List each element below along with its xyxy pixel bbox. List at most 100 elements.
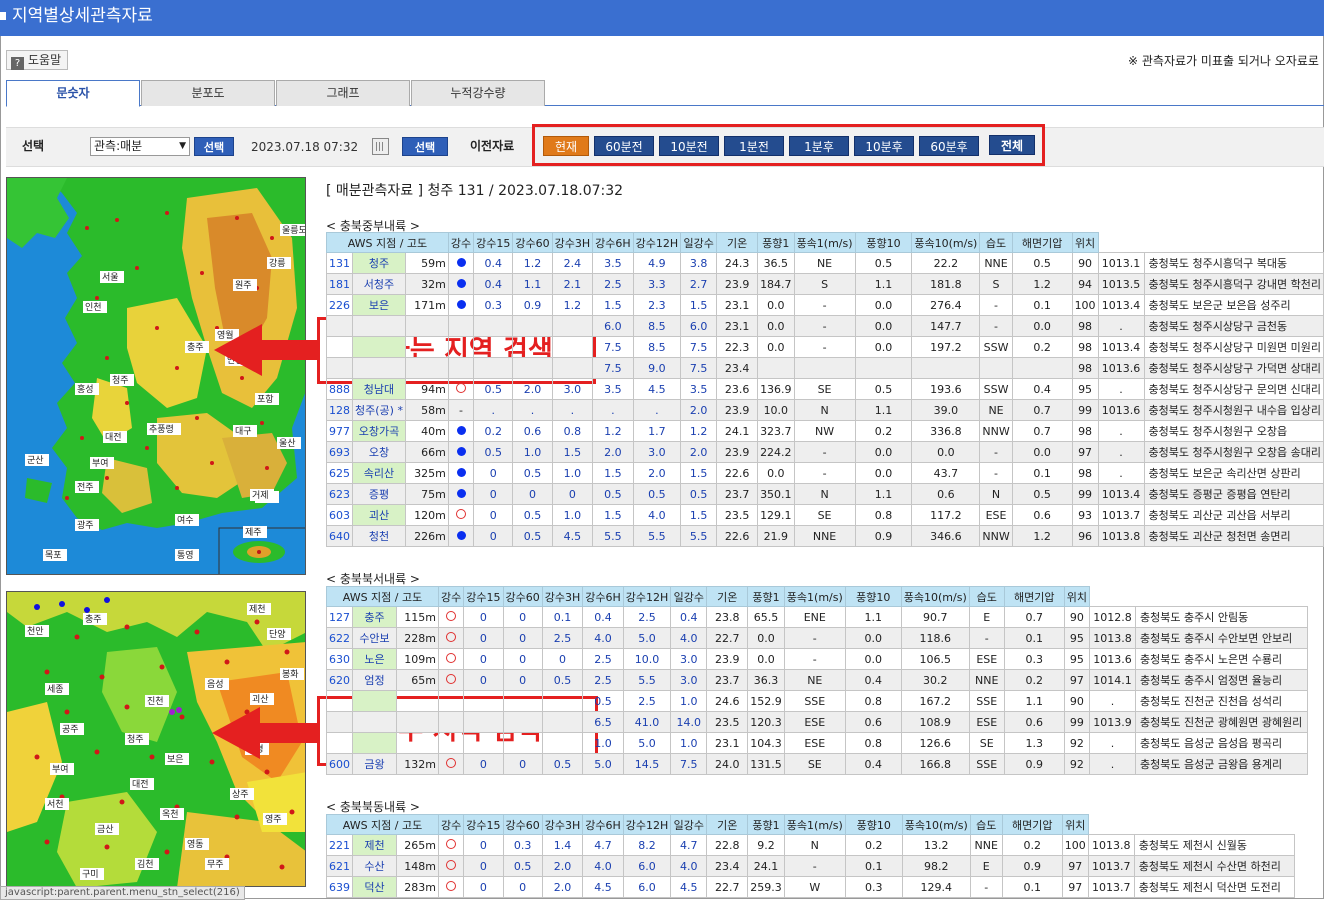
station-name-link[interactable]: 속리산 [352, 462, 406, 484]
table-row[interactable]: 630 노은 109m 0 0 0 2.5 10.0 3.0 23.9 0.0-0.0 106.5 ES… [326, 648, 1309, 670]
table-row[interactable]: 600 금왕 132m 0 0 0.5 5.0 14.5 7.5 24.0 131.5 SE 0.4 16… [326, 753, 1309, 775]
table-row[interactable]: 620 엄정 65m 0 0 0.5 2.5 5.5 3.0 23.7 36.3 NE 0.4 30.2 N… [326, 669, 1309, 691]
nav-10min-before-button[interactable]: 10분전 [659, 136, 719, 156]
table-row[interactable]: 6.5 41.0 14.0 23.5 120.3 ESE 0.6 108.9 ESE 0.6 99 1… [326, 711, 1309, 733]
map-station-label[interactable]: 공주 [62, 724, 79, 735]
map-station-label[interactable]: 구미 [82, 869, 99, 880]
map-station-label[interactable]: 인천 [85, 302, 102, 313]
station-id-link[interactable] [326, 690, 353, 712]
table-row[interactable]: 977 오창가곡 40m 0.2 0.6 0.8 1.2 1.7 1.2 24.1 323.7 NW 0… [326, 420, 1324, 442]
table-row[interactable]: 888 청남대 94m 0.5 2.0 3.0 3.5 4.5 3.5 23.6 136.9 SE 0.… [326, 378, 1324, 400]
map-station-label[interactable]: 봉화 [282, 669, 299, 680]
station-id-link[interactable]: 128 [326, 399, 353, 421]
station-id-link[interactable]: 625 [326, 462, 353, 484]
station-name-link[interactable]: 금왕 [352, 753, 397, 775]
map-station-label[interactable]: 옥천 [162, 809, 179, 820]
station-id-link[interactable] [326, 336, 353, 358]
station-id-link[interactable]: 181 [326, 273, 353, 295]
table-row[interactable]: 0.5 2.5 1.0 24.6 152.9 SSE 0.8 167.2 SSE 1.1 90. 충청… [326, 690, 1309, 712]
station-name-link[interactable] [352, 732, 397, 754]
map-station-label[interactable]: 전주 [77, 482, 94, 493]
table-row[interactable]: 621 수산 148m 0 0.5 2.0 4.0 6.0 4.0 23.4 24.1-0.1 98.… [326, 855, 1295, 877]
station-name-link[interactable] [352, 357, 406, 379]
map-station-label[interactable]: 부여 [52, 763, 69, 775]
station-id-link[interactable]: 622 [326, 627, 353, 649]
station-name-link[interactable]: 오창가곡 [352, 420, 406, 442]
station-name-link[interactable]: 수산 [352, 855, 397, 877]
station-id-link[interactable]: 977 [326, 420, 353, 442]
map-station-label[interactable]: 금산 [97, 824, 114, 835]
station-id-link[interactable]: 603 [326, 504, 353, 526]
station-name-link[interactable]: 충주 [352, 606, 397, 628]
map-station-label[interactable]: 통영 [177, 550, 194, 561]
map-station-label[interactable]: 상주 [232, 789, 249, 800]
nav-1min-after-button[interactable]: 1분후 [789, 136, 849, 156]
datetime-value[interactable]: 2023.07.18 07:32 [251, 140, 358, 154]
map-station-label[interactable]: 목포 [45, 550, 62, 561]
station-name-link[interactable] [352, 711, 397, 733]
nav-current-button[interactable]: 현재 [543, 136, 589, 156]
station-name-link[interactable]: 엄정 [352, 669, 397, 691]
station-name-link[interactable]: 제천 [352, 834, 397, 856]
tab-distribution[interactable]: 분포도 [141, 80, 275, 106]
table-row[interactable]: 7.5 9.0 7.5 23.4 98 1013.6 충청북도 청주시상당구 가덕면 상대리 [326, 357, 1324, 379]
station-name-link[interactable]: 증평 [352, 483, 406, 505]
table-row[interactable]: 7.5 8.5 7.5 22.3 0.0-0.0 197.2 SSW 0.2 98 1013.4 충… [326, 336, 1324, 358]
table-row[interactable]: 6.0 8.5 6.0 23.1 0.0-0.0 147.7-0.0 98. 충청북도 청주시… [326, 315, 1324, 337]
table-row[interactable]: 128 청주(공) * 58m -..... 2.0 23.9 10.0 N 1.1 39.0 NE… [326, 399, 1324, 421]
station-id-link[interactable]: 221 [326, 834, 353, 856]
nav-1min-before-button[interactable]: 1분전 [724, 136, 784, 156]
map-station-label[interactable]: 영동 [187, 839, 204, 850]
nav-10min-after-button[interactable]: 10분후 [854, 136, 914, 156]
station-name-link[interactable]: 노은 [352, 648, 397, 670]
map-station-label[interactable]: 보은 [167, 754, 184, 765]
map-station-label[interactable]: 제주 [245, 527, 262, 538]
map-station-label[interactable]: 거제 [252, 490, 269, 501]
nav-60min-before-button[interactable]: 60분전 [594, 136, 654, 156]
select-apply-button[interactable]: 선택 [194, 137, 234, 156]
station-id-link[interactable] [326, 315, 353, 337]
table-row[interactable]: 221 제천 265m 0 0.3 1.4 4.7 8.2 4.7 22.8 9.2 N 0.2 13.2… [326, 834, 1295, 856]
tab-cumulative-rain[interactable]: 누적강수량 [411, 80, 545, 106]
station-id-link[interactable] [326, 732, 353, 754]
calendar-icon[interactable] [372, 138, 389, 155]
table-row[interactable]: 625 속리산 325m 0 0.5 1.0 1.5 2.0 1.5 22.6 0.0-0.0 43.… [326, 462, 1324, 484]
observation-type-select[interactable]: 관측:매분 ▼ [90, 137, 190, 156]
station-name-link[interactable]: 괴산 [352, 504, 406, 526]
datetime-apply-button[interactable]: 선택 [402, 137, 448, 156]
station-id-link[interactable]: 620 [326, 669, 353, 691]
map-station-label[interactable]: 김천 [137, 858, 154, 870]
map-station-label[interactable]: 서천 [47, 799, 64, 810]
table-row[interactable]: 127 충주 115m 0 0 0.1 0.4 2.5 0.4 23.8 65.5 ENE 1.1 90.… [326, 606, 1309, 628]
map-station-label[interactable]: 강릉 [269, 258, 286, 269]
map-station-label[interactable]: 영주 [265, 814, 282, 825]
map-station-label[interactable]: 대구 [235, 426, 252, 437]
station-name-link[interactable]: 서청주 [352, 273, 406, 295]
map-station-label[interactable]: 진천 [147, 696, 164, 707]
map-station-label[interactable]: 광주 [77, 519, 94, 531]
map-station-label[interactable]: 충주 [85, 614, 102, 625]
table-row[interactable]: 622 수안보 228m 0 0 2.5 4.0 5.0 4.0 22.7 0.0-0.0 118.6… [326, 627, 1309, 649]
map-station-label[interactable]: 서울 [102, 272, 119, 283]
station-name-link[interactable]: 수안보 [352, 627, 397, 649]
table-row[interactable]: 131 청주 59m 0.4 1.2 2.4 3.5 4.9 3.8 24.3 36.5 NE 0.5 2… [326, 252, 1324, 274]
map-station-label[interactable]: 대전 [105, 432, 122, 443]
table-row[interactable]: 603 괴산 120m 0 0.5 1.0 1.5 4.0 1.5 23.5 129.1 SE 0.8 1… [326, 504, 1324, 526]
station-id-link[interactable]: 888 [326, 378, 353, 400]
map-station-label[interactable]: 단양 [269, 629, 286, 640]
station-id-link[interactable] [326, 711, 353, 733]
table-row[interactable]: 226 보은 171m 0.3 0.9 1.2 1.5 2.3 1.5 23.1 0.0-0.0 27… [326, 294, 1324, 316]
station-id-link[interactable]: 226 [326, 294, 353, 316]
map-station-label[interactable]: 제천 [249, 604, 266, 615]
station-name-link[interactable]: 청천 [352, 525, 406, 547]
map-station-label[interactable]: 원주 [235, 280, 252, 291]
tab-graph[interactable]: 그래프 [276, 80, 410, 106]
map-station-label[interactable]: 부여 [92, 457, 109, 469]
map-station-label[interactable]: 울산 [279, 438, 296, 449]
station-id-link[interactable]: 630 [326, 648, 353, 670]
table-row[interactable]: 1.0 5.0 1.0 23.1 104.3 ESE 0.8 126.6 SE 1.3 92. 충청북… [326, 732, 1309, 754]
station-id-link[interactable]: 640 [326, 525, 353, 547]
map-station-label[interactable]: 충주 [187, 342, 204, 353]
tab-numbers[interactable]: 문숫자 [6, 80, 140, 107]
map-station-label[interactable]: 홍성 [77, 383, 94, 395]
